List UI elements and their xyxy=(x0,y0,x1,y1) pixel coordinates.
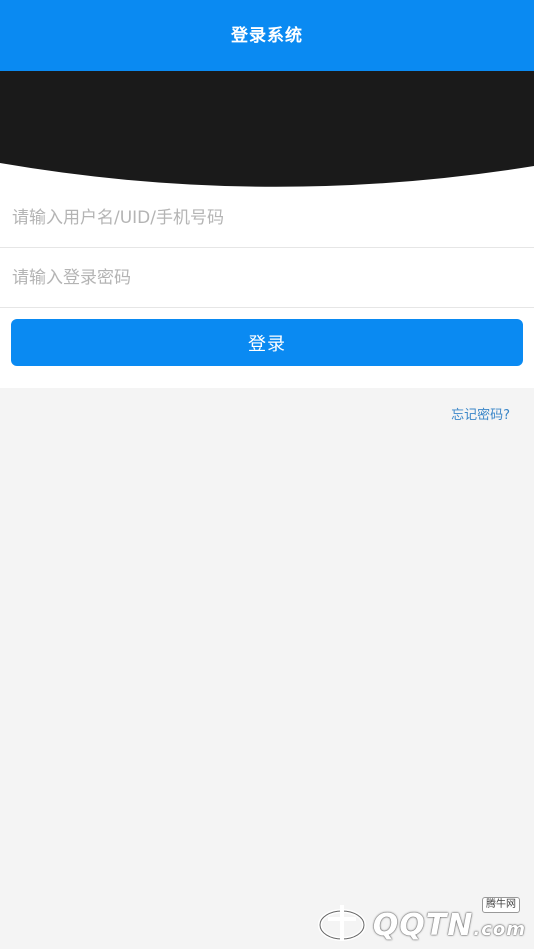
login-button[interactable]: 登录 xyxy=(11,319,523,366)
watermark-text-main: QQTN xyxy=(372,908,474,943)
login-screen: 登录系统 登录 忘记密码? 腾牛网 QQTN.com xyxy=(0,0,534,949)
app-header: 登录系统 xyxy=(0,0,534,71)
watermark-logo-icon xyxy=(318,905,366,941)
username-input[interactable] xyxy=(0,188,534,247)
login-form: 登录 xyxy=(0,188,534,388)
watermark-text: QQTN.com xyxy=(373,908,526,943)
username-field-row xyxy=(0,188,534,248)
watermark-text-suffix: .com xyxy=(473,919,526,940)
banner-image xyxy=(0,71,534,188)
page-title: 登录系统 xyxy=(231,26,303,46)
forgot-password-link[interactable]: 忘记密码? xyxy=(451,404,510,423)
watermark: 腾牛网 QQTN.com xyxy=(316,897,526,945)
banner-curve-shape xyxy=(0,71,534,187)
password-field-row xyxy=(0,248,534,308)
password-input[interactable] xyxy=(0,248,534,307)
